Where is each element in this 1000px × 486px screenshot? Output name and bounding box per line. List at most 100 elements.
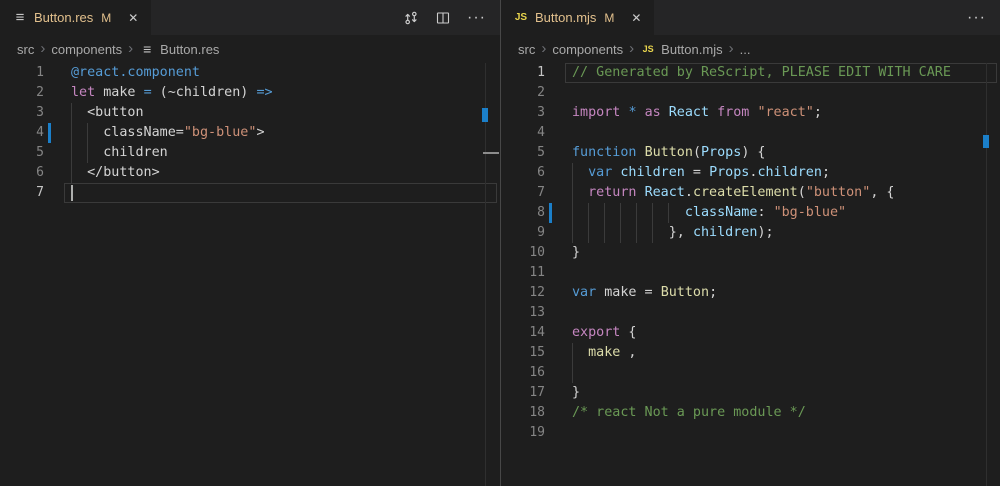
- code-line[interactable]: 6 var children = Props.children;: [501, 163, 1000, 183]
- code-text: var children = Props.children;: [572, 163, 982, 183]
- indent-guide: [636, 223, 637, 243]
- line-number[interactable]: 1: [501, 63, 545, 83]
- breadcrumb-item[interactable]: components: [552, 42, 623, 57]
- compare-changes-button[interactable]: [403, 10, 419, 26]
- code-editor-button-mjs[interactable]: 1// Generated by ReScript, PLEASE EDIT W…: [501, 63, 1000, 486]
- code-line[interactable]: 10}: [501, 243, 1000, 263]
- code-line[interactable]: 13: [501, 303, 1000, 323]
- tab-button-mjs[interactable]: JS Button.mjs M ✕: [501, 0, 654, 35]
- token: },: [572, 225, 693, 240]
- line-number[interactable]: 14: [501, 323, 545, 343]
- line-number[interactable]: 2: [501, 83, 545, 103]
- chevron-right-icon: ›: [540, 43, 547, 55]
- line-number[interactable]: 6: [0, 163, 44, 183]
- tab-button-res[interactable]: ≡ Button.res M ✕: [0, 0, 151, 35]
- line-number[interactable]: 11: [501, 263, 545, 283]
- js-icon: JS: [513, 10, 529, 26]
- code-line[interactable]: 3 <button: [0, 103, 500, 123]
- line-number[interactable]: 19: [501, 423, 545, 443]
- code-editor-button-res[interactable]: 1@react.component2let make = (~children)…: [0, 63, 500, 486]
- line-number[interactable]: 4: [501, 123, 545, 143]
- token: make: [588, 345, 620, 360]
- token: Button: [661, 285, 709, 300]
- code-line[interactable]: 5function Button(Props) {: [501, 143, 1000, 163]
- line-number[interactable]: 4: [0, 123, 44, 143]
- token: (: [798, 185, 806, 200]
- token: =: [144, 85, 152, 100]
- more-actions-button[interactable]: ···: [967, 13, 986, 23]
- line-number[interactable]: 7: [501, 183, 545, 203]
- code-line[interactable]: 15 make ,: [501, 343, 1000, 363]
- line-number[interactable]: 1: [0, 63, 44, 83]
- line-number[interactable]: 16: [501, 363, 545, 383]
- code-line[interactable]: 9 }, children);: [501, 223, 1000, 243]
- line-number[interactable]: 10: [501, 243, 545, 263]
- code-line[interactable]: 16: [501, 363, 1000, 383]
- indent-guide: [71, 103, 72, 123]
- line-number[interactable]: 3: [0, 103, 44, 123]
- code-line[interactable]: 18/* react Not a pure module */: [501, 403, 1000, 423]
- code-line[interactable]: 11: [501, 263, 1000, 283]
- code-line[interactable]: 1@react.component: [0, 63, 500, 83]
- more-actions-icon: ···: [967, 13, 986, 23]
- code-line[interactable]: 12var make = Button;: [501, 283, 1000, 303]
- breadcrumb-item[interactable]: JSButton.mjs: [640, 41, 722, 57]
- indent-guide: [652, 223, 653, 243]
- token: children: [693, 225, 758, 240]
- current-line-highlight: [64, 183, 497, 203]
- file-list-icon: ≡: [12, 10, 28, 26]
- code-line[interactable]: 7: [0, 183, 500, 203]
- code-line[interactable]: 4: [501, 123, 1000, 143]
- line-number[interactable]: 13: [501, 303, 545, 323]
- compare-changes-icon: [403, 10, 419, 26]
- token: let: [71, 85, 95, 100]
- indent-guide: [572, 363, 573, 383]
- code-line[interactable]: 1// Generated by ReScript, PLEASE EDIT W…: [501, 63, 1000, 83]
- code-line[interactable]: 7 return React.createElement("button", {: [501, 183, 1000, 203]
- code-line[interactable]: 2let make = (~children) =>: [0, 83, 500, 103]
- code-text: }: [572, 383, 982, 403]
- line-number[interactable]: 12: [501, 283, 545, 303]
- split-editor-button[interactable]: [435, 10, 451, 26]
- code-line[interactable]: 5 children: [0, 143, 500, 163]
- indent-guide: [668, 203, 669, 223]
- code-line[interactable]: 17}: [501, 383, 1000, 403]
- line-number[interactable]: 5: [501, 143, 545, 163]
- line-number[interactable]: 15: [501, 343, 545, 363]
- token: }: [572, 245, 580, 260]
- code-text: className="bg-blue">: [71, 123, 482, 143]
- close-icon[interactable]: ✕: [628, 9, 644, 27]
- line-number[interactable]: 6: [501, 163, 545, 183]
- indent-guide: [71, 163, 72, 183]
- breadcrumb-item[interactable]: src: [518, 42, 535, 57]
- line-number[interactable]: 18: [501, 403, 545, 423]
- breadcrumb-item[interactable]: src: [17, 42, 34, 57]
- line-number[interactable]: 2: [0, 83, 44, 103]
- code-line[interactable]: 3import * as React from "react";: [501, 103, 1000, 123]
- tab-bar-right: JS Button.mjs M ✕ ···: [501, 0, 1000, 35]
- token: .: [685, 185, 693, 200]
- token: >: [256, 125, 264, 140]
- line-number[interactable]: 17: [501, 383, 545, 403]
- breadcrumb-label: components: [51, 42, 122, 57]
- overview-ruler-modified-decoration: [482, 108, 488, 122]
- line-number[interactable]: 3: [501, 103, 545, 123]
- indent-guide: [604, 223, 605, 243]
- code-line[interactable]: 8 className: "bg-blue": [501, 203, 1000, 223]
- token: from: [717, 105, 749, 120]
- breadcrumb-item[interactable]: ...: [740, 42, 751, 57]
- breadcrumb-item[interactable]: ≡Button.res: [139, 41, 219, 57]
- code-line[interactable]: 2: [501, 83, 1000, 103]
- more-actions-button[interactable]: ···: [467, 13, 486, 23]
- token: children: [620, 165, 685, 180]
- code-line[interactable]: 19: [501, 423, 1000, 443]
- close-icon[interactable]: ✕: [125, 9, 141, 27]
- breadcrumb-item[interactable]: components: [51, 42, 122, 57]
- line-number[interactable]: 9: [501, 223, 545, 243]
- line-number[interactable]: 8: [501, 203, 545, 223]
- code-line[interactable]: 14export {: [501, 323, 1000, 343]
- code-line[interactable]: 6 </button>: [0, 163, 500, 183]
- code-line[interactable]: 4 className="bg-blue">: [0, 123, 500, 143]
- line-number[interactable]: 7: [0, 183, 44, 203]
- line-number[interactable]: 5: [0, 143, 44, 163]
